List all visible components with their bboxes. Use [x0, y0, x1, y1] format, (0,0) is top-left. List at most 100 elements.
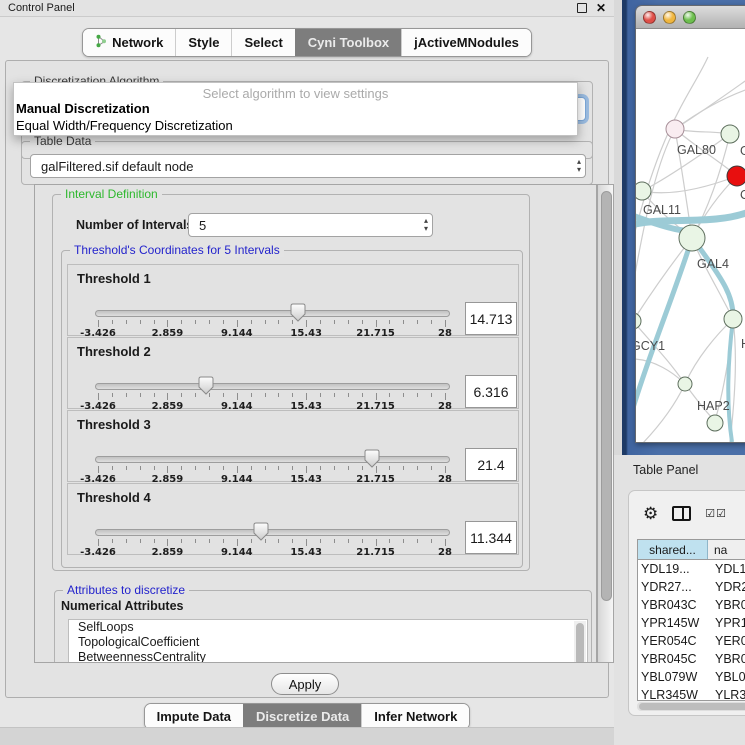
apply-button[interactable]: Apply	[271, 673, 339, 695]
network-icon	[95, 34, 107, 51]
threshold-value-field[interactable]: 6.316	[465, 375, 517, 408]
tab-cyni-toolbox[interactable]: Cyni Toolbox	[295, 29, 401, 56]
horizontal-scrollbar[interactable]	[637, 702, 745, 711]
threshold-value-field[interactable]: 11.344	[465, 521, 517, 554]
slider-thumb[interactable]	[364, 449, 380, 471]
network-node[interactable]	[636, 313, 641, 329]
vertical-scrollbar-thumb[interactable]	[601, 191, 612, 601]
attribute-item-topologicalcoefficient[interactable]: TopologicalCoefficient	[69, 635, 587, 650]
tab-discretize-data[interactable]: Discretize Data	[243, 704, 361, 729]
table-cell: YLR345W	[638, 688, 708, 701]
table-column-header-2[interactable]: na	[708, 540, 745, 559]
stepper-icon: ▴▾	[577, 158, 581, 174]
control-panel-titlebar: Control Panel ✕	[0, 0, 614, 17]
network-node[interactable]	[678, 377, 692, 391]
dropdown-item-manual-discretization[interactable]: Manual Discretization	[14, 101, 577, 118]
table-data-group-title: Table Data	[30, 134, 95, 148]
slider-thumb[interactable]	[253, 522, 269, 544]
network-node[interactable]	[724, 310, 742, 328]
table-row[interactable]: YDR27...YDR2	[638, 578, 745, 596]
bottom-tab-bar: Impute DataDiscretize DataInfer Network	[0, 703, 614, 730]
network-window-titlebar[interactable]	[636, 6, 745, 29]
table-row[interactable]: YBR043CYBR0	[638, 596, 745, 614]
table-card: ⚙ ☑☑ shared...na YDL19...YDL1YDR27...YDR…	[628, 490, 745, 716]
table-data-combobox[interactable]: galFiltered.sif default node ▴▾	[30, 154, 586, 178]
table-row[interactable]: YBL079WYBL0	[638, 668, 745, 686]
attribute-item-selfloops[interactable]: SelfLoops	[69, 620, 587, 635]
table-header-row: shared...na	[638, 540, 745, 560]
table-row[interactable]: YPR145WYPR1	[638, 614, 745, 632]
network-node-label-h: H	[741, 337, 745, 351]
tick-label: -3.426	[80, 547, 116, 558]
dropdown-item-equal-width-frequency-discretization[interactable]: Equal Width/Frequency Discretization	[14, 118, 577, 135]
network-edge-thick	[636, 232, 694, 425]
network-node[interactable]	[636, 182, 651, 200]
table-cell: YLR3	[708, 688, 745, 701]
table-row[interactable]: YER054CYER0	[638, 632, 745, 650]
threshold-3-slider[interactable]: -3.4262.8599.14415.4321.71528	[68, 411, 458, 483]
table-row[interactable]: YDL19...YDL1	[638, 560, 745, 578]
threshold-value-field[interactable]: 21.4	[465, 448, 517, 481]
horizontal-scrollbar-thumb[interactable]	[639, 703, 745, 710]
bottom-tab-bar-group: Impute DataDiscretize DataInfer Network	[144, 703, 471, 730]
table-cell: YDL19...	[638, 562, 708, 576]
network-edge	[636, 238, 692, 321]
threshold-2-slider[interactable]: -3.4262.8599.14415.4321.71528	[68, 338, 458, 410]
table-rows: YDL19...YDL1YDR27...YDR2YBR043CYBR0YPR14…	[638, 560, 745, 701]
table-cell: YDR2	[708, 580, 745, 594]
table-row[interactable]: YLR345WYLR3	[638, 686, 745, 701]
table-column-header-1[interactable]: shared...	[638, 540, 708, 559]
tab-network[interactable]: Network	[83, 29, 175, 56]
slider-thumb[interactable]	[290, 303, 306, 325]
network-node[interactable]	[727, 166, 745, 186]
tab-infer-network[interactable]: Infer Network	[361, 704, 469, 729]
attribute-list-scrollbar[interactable]	[574, 621, 586, 663]
tab-impute-data[interactable]: Impute Data	[145, 704, 243, 729]
table-cell: YER054C	[638, 634, 708, 648]
checkbox-icons[interactable]: ☑☑	[705, 507, 727, 520]
network-node[interactable]	[721, 125, 739, 143]
table-cell: YBR0	[708, 598, 745, 612]
top-tab-bar-group: NetworkStyleSelectCyni ToolboxjActiveMNo…	[82, 28, 532, 57]
table-panel: Table Panel ⚙ ☑☑ shared...na YDL19...YDL…	[614, 455, 745, 745]
table-cell: YBL0	[708, 670, 745, 684]
network-node[interactable]	[679, 225, 705, 251]
network-node-label-gal4: GAL4	[697, 257, 729, 271]
node-table[interactable]: shared...na YDL19...YDL1YDR27...YDR2YBR0…	[637, 539, 745, 701]
table-data-value: galFiltered.sif default node	[41, 159, 193, 174]
tab-select[interactable]: Select	[231, 29, 294, 56]
threshold-value-field[interactable]: 14.713	[465, 302, 517, 335]
minimize-light-icon[interactable]	[663, 11, 676, 24]
network-canvas[interactable]: GAL80GCGAL11GAL4GCY1HHAP2	[636, 29, 745, 442]
close-light-icon[interactable]	[643, 11, 656, 24]
table-cell: YBR045C	[638, 652, 708, 666]
network-node[interactable]	[666, 120, 684, 138]
table-cell: YBR0	[708, 652, 745, 666]
tab-style[interactable]: Style	[175, 29, 231, 56]
close-icon[interactable]: ✕	[596, 3, 606, 13]
slider-track	[95, 310, 450, 317]
thresholds-group-title: Threshold's Coordinates for 5 Intervals	[70, 243, 284, 257]
threshold-4-slider[interactable]: -3.4262.8599.14415.4321.71528	[68, 484, 458, 556]
tab-jactivemnodules[interactable]: jActiveMNodules	[401, 29, 531, 56]
table-cell: YBR043C	[638, 598, 708, 612]
network-node-label-hap2: HAP2	[697, 399, 730, 413]
split-pane-icon[interactable]	[672, 506, 691, 521]
table-cell: YDL1	[708, 562, 745, 576]
threshold-1-slider[interactable]: -3.4262.8599.14415.4321.71528	[68, 265, 458, 337]
numerical-attributes-header: Numerical Attributes	[61, 599, 183, 613]
table-toolbar: ⚙ ☑☑	[629, 491, 745, 535]
table-row[interactable]: YBR045CYBR0	[638, 650, 745, 668]
table-cell: YDR27...	[638, 580, 708, 594]
gear-icon[interactable]: ⚙	[643, 505, 658, 522]
zoom-light-icon[interactable]	[683, 11, 696, 24]
network-node[interactable]	[707, 415, 723, 431]
numerical-attributes-list[interactable]: SelfLoopsTopologicalCoefficientBetweenne…	[68, 619, 588, 663]
dropdown-items: Manual DiscretizationEqual Width/Frequen…	[14, 101, 577, 135]
slider-thumb[interactable]	[198, 376, 214, 398]
attribute-item-betweennesscentrality[interactable]: BetweennessCentrality	[69, 650, 587, 663]
num-intervals-combobox[interactable]: 5 ▴▾	[188, 213, 433, 237]
control-panel: Control Panel ✕ NetworkStyleSelectCyni T…	[0, 0, 614, 745]
vertical-scrollbar[interactable]	[597, 184, 614, 663]
float-window-icon[interactable]	[577, 3, 587, 13]
